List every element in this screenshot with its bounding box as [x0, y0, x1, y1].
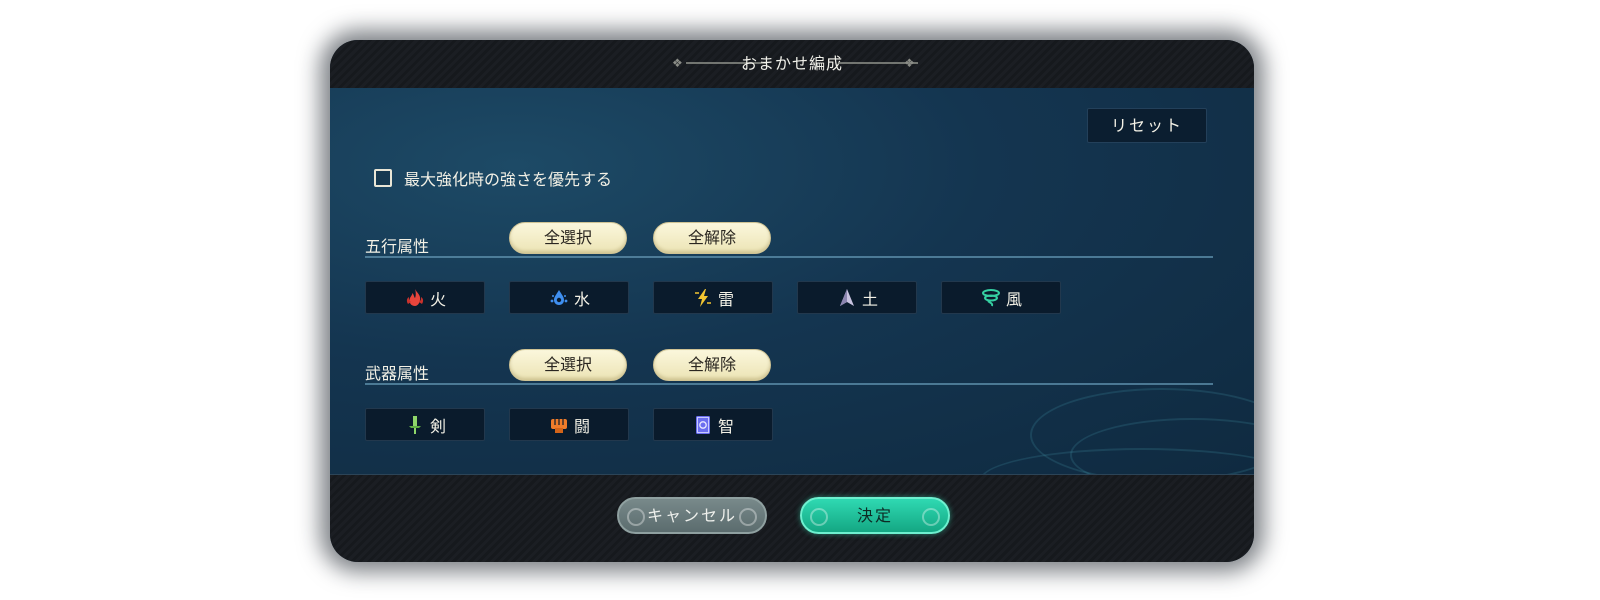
- element-filter-label: 水: [573, 289, 590, 309]
- title-bar: ❖ おまかせ編成 ❖: [330, 40, 1254, 89]
- sword-icon: [408, 415, 421, 434]
- flourish-icon: [739, 508, 757, 526]
- weapon-filter-fist[interactable]: 闘: [509, 408, 629, 441]
- weapon-select-all-button[interactable]: 全選択: [509, 349, 627, 381]
- element-filter-label: 雷: [717, 289, 734, 309]
- weapon-deselect-all-button[interactable]: 全解除: [653, 349, 771, 381]
- element-section-label: 五行属性: [365, 237, 430, 256]
- prioritize-max-strength-checkbox[interactable]: [374, 169, 392, 187]
- cancel-button[interactable]: キャンセル: [617, 497, 767, 534]
- weapon-filter-label: 剣: [429, 416, 446, 436]
- weapon-section-divider: [365, 383, 1213, 385]
- fist-icon: [550, 418, 567, 433]
- cancel-label: キャンセル: [646, 506, 737, 525]
- element-section-divider: [365, 256, 1213, 258]
- auto-formation-dialog: ❖ おまかせ編成 ❖ リセット 最大強化時の強さを優先する 五行属性 全選択 全…: [330, 40, 1254, 562]
- element-select-all-button[interactable]: 全選択: [509, 222, 627, 254]
- element-filter-water[interactable]: 水: [509, 281, 629, 314]
- weapon-filter-label: 智: [717, 416, 734, 436]
- weapon-filter-sword[interactable]: 剣: [365, 408, 485, 441]
- earth-icon: [839, 288, 854, 306]
- background-swirl: [980, 448, 1254, 474]
- element-filter-fire[interactable]: 火: [365, 281, 485, 314]
- fire-icon: [406, 288, 424, 306]
- weapon-section-label: 武器属性: [365, 364, 430, 383]
- confirm-button[interactable]: 決定: [800, 497, 950, 534]
- element-filter-thunder[interactable]: 雷: [653, 281, 773, 314]
- flourish-icon: [922, 508, 940, 526]
- element-deselect-all-button[interactable]: 全解除: [653, 222, 771, 254]
- element-filter-label: 土: [861, 289, 878, 309]
- element-filter-wind[interactable]: 風: [941, 281, 1061, 314]
- weapon-filter-label: 闘: [573, 416, 590, 436]
- wind-icon: [981, 288, 1000, 306]
- ornament-right-icon: ❖: [904, 56, 915, 70]
- reset-button[interactable]: リセット: [1087, 108, 1207, 143]
- dialog-body: リセット 最大強化時の強さを優先する 五行属性 全選択 全解除 火 水 雷 土 …: [330, 88, 1254, 474]
- thunder-icon: [694, 288, 711, 307]
- prioritize-max-strength-label: 最大強化時の強さを優先する: [404, 170, 613, 189]
- prioritize-max-strength-option[interactable]: 最大強化時の強さを優先する: [374, 166, 612, 190]
- water-icon: [550, 289, 568, 305]
- element-filter-earth[interactable]: 土: [797, 281, 917, 314]
- confirm-label: 決定: [856, 506, 893, 525]
- book-icon: [695, 415, 710, 434]
- dialog-title: おまかせ編成: [740, 54, 843, 73]
- weapon-filter-wisdom[interactable]: 智: [653, 408, 773, 441]
- flourish-icon: [810, 508, 828, 526]
- flourish-icon: [627, 508, 645, 526]
- element-filter-label: 風: [1005, 289, 1022, 309]
- dialog-footer: キャンセル 決定: [330, 474, 1254, 562]
- element-filter-label: 火: [429, 289, 446, 309]
